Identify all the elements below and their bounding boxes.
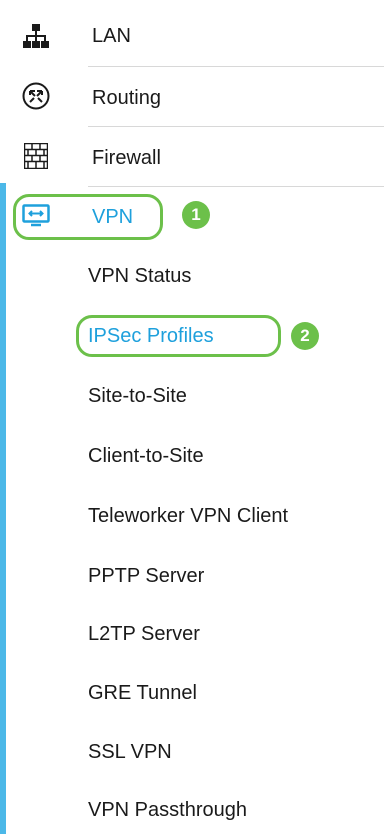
- step-2-highlight: [76, 315, 281, 357]
- subnav-item-l2tp-server[interactable]: L2TP Server: [88, 622, 200, 646]
- divider: [88, 66, 384, 67]
- subnav-item-gre-tunnel[interactable]: GRE Tunnel: [88, 681, 197, 705]
- subnav-item-client-to-site[interactable]: Client-to-Site: [88, 444, 204, 468]
- expanded-section-indicator: [0, 183, 6, 834]
- network-tree-icon: [22, 22, 50, 50]
- subnav-item-pptp-server[interactable]: PPTP Server: [88, 564, 204, 588]
- sidebar-nav: LAN Routing Firewall VPN 1 VPN Status IP…: [0, 0, 384, 834]
- subnav-item-vpn-status[interactable]: VPN Status: [88, 264, 191, 288]
- nav-item-routing[interactable]: Routing: [0, 68, 384, 126]
- step-1-badge: 1: [182, 201, 210, 229]
- subnav-item-vpn-passthrough[interactable]: VPN Passthrough: [88, 798, 247, 822]
- nav-item-label: LAN: [92, 25, 131, 47]
- routing-arrows-icon: [22, 82, 50, 110]
- subnav-item-teleworker-vpn-client[interactable]: Teleworker VPN Client: [88, 504, 288, 528]
- divider: [88, 126, 384, 127]
- divider: [88, 186, 384, 187]
- nav-item-firewall[interactable]: Firewall: [0, 128, 384, 186]
- step-2-badge: 2: [291, 322, 319, 350]
- step-1-highlight: [13, 194, 163, 240]
- nav-item-lan[interactable]: LAN: [0, 8, 384, 66]
- firewall-brick-icon: [22, 142, 50, 170]
- nav-item-label: Firewall: [92, 147, 161, 169]
- nav-item-label: Routing: [92, 87, 161, 109]
- subnav-item-ssl-vpn[interactable]: SSL VPN: [88, 740, 172, 764]
- subnav-item-site-to-site[interactable]: Site-to-Site: [88, 384, 187, 408]
